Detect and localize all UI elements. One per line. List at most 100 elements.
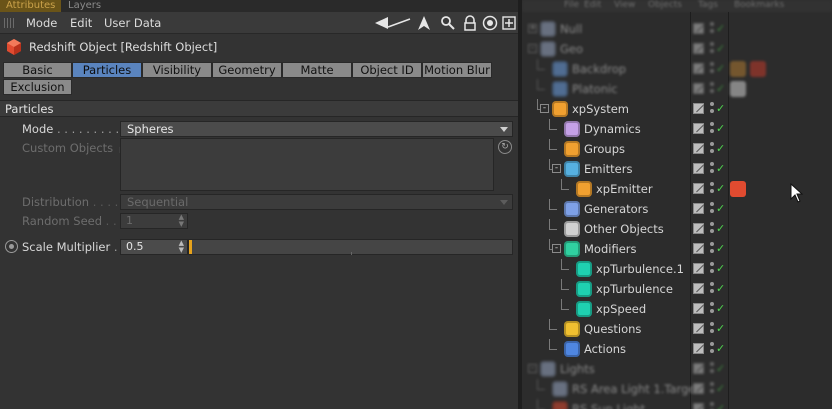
layer-icon[interactable]: [693, 143, 704, 154]
tree-row[interactable]: Backdrop ✓: [522, 59, 832, 79]
om-menu-objects[interactable]: Objects: [648, 0, 682, 10]
list-clear-icon[interactable]: ↻: [498, 140, 512, 154]
expand-icon[interactable]: +: [528, 24, 537, 33]
back-arrow-icon[interactable]: [374, 15, 412, 31]
object-name[interactable]: Modifiers: [584, 239, 637, 259]
visibility-dots-icon[interactable]: [710, 402, 714, 409]
layer-icon[interactable]: [693, 303, 704, 314]
visibility-dots-icon[interactable]: [710, 202, 714, 216]
object-name[interactable]: Null: [560, 19, 582, 39]
enabled-check-icon[interactable]: ✓: [716, 401, 725, 409]
tree-row[interactable]: - Lights ✓: [522, 359, 832, 379]
layer-icon[interactable]: [693, 223, 704, 234]
redshift-object-tag-icon[interactable]: [730, 181, 746, 197]
tab-particles[interactable]: Particles: [72, 62, 142, 78]
tree-row[interactable]: + Null ✓: [522, 19, 832, 39]
object-name[interactable]: RS Sun Light: [572, 399, 645, 409]
visibility-dots-icon[interactable]: [710, 382, 714, 396]
tab-matte[interactable]: Matte: [282, 62, 352, 78]
enabled-check-icon[interactable]: ✓: [716, 21, 725, 37]
om-menu-tags[interactable]: Tags: [698, 0, 718, 10]
tree-row[interactable]: - Emitters ✓: [522, 159, 832, 179]
tab-exclusion[interactable]: Exclusion: [3, 79, 72, 95]
collapse-icon[interactable]: -: [552, 244, 561, 253]
tree-row[interactable]: Questions ✓: [522, 319, 832, 339]
enabled-check-icon[interactable]: ✓: [716, 161, 725, 177]
object-name[interactable]: Geo: [560, 39, 583, 59]
target-icon[interactable]: [482, 15, 498, 31]
slider-handle[interactable]: [189, 240, 192, 254]
object-name[interactable]: Emitters: [584, 159, 632, 179]
texture-tag-icon[interactable]: [730, 61, 746, 77]
layer-icon[interactable]: [693, 83, 704, 94]
object-name[interactable]: Dynamics: [584, 119, 641, 139]
mode-dropdown[interactable]: Spheres: [120, 121, 513, 137]
visibility-dots-icon[interactable]: [710, 282, 714, 296]
collapse-icon[interactable]: -: [540, 104, 549, 113]
lock-icon[interactable]: [462, 15, 478, 31]
tab-object-id[interactable]: Object ID: [352, 62, 422, 78]
tree-row[interactable]: Generators ✓: [522, 199, 832, 219]
tab-attributes[interactable]: Attributes: [0, 0, 62, 12]
phong-tag-icon[interactable]: [730, 81, 746, 97]
layer-icon[interactable]: [693, 63, 704, 74]
new-panel-icon[interactable]: [501, 15, 517, 31]
object-name[interactable]: Platonic: [572, 79, 618, 99]
visibility-dots-icon[interactable]: [710, 262, 714, 276]
visibility-dots-icon[interactable]: [710, 182, 714, 196]
visibility-dots-icon[interactable]: [710, 62, 714, 76]
enabled-check-icon[interactable]: ✓: [716, 361, 725, 377]
om-menu-edit[interactable]: Edit: [584, 0, 601, 10]
enabled-check-icon[interactable]: ✓: [716, 141, 725, 157]
custom-objects-list[interactable]: [120, 138, 494, 191]
enabled-check-icon[interactable]: ✓: [716, 221, 725, 237]
visibility-dots-icon[interactable]: [710, 222, 714, 236]
tree-row[interactable]: xpTurbulence.1 ✓: [522, 259, 832, 279]
visibility-dots-icon[interactable]: [710, 102, 714, 116]
layer-icon[interactable]: [693, 103, 704, 114]
visibility-dots-icon[interactable]: [710, 162, 714, 176]
visibility-dots-icon[interactable]: [710, 302, 714, 316]
spinner-icon[interactable]: ▲ ▼: [179, 240, 184, 254]
collapse-icon[interactable]: -: [528, 364, 537, 373]
object-name[interactable]: Generators: [584, 199, 648, 219]
enabled-check-icon[interactable]: ✓: [716, 121, 725, 137]
tree-row[interactable]: Actions ✓: [522, 339, 832, 359]
object-name[interactable]: xpSystem: [572, 99, 629, 119]
layer-icon[interactable]: [693, 323, 704, 334]
visibility-dots-icon[interactable]: [710, 342, 714, 356]
visibility-dots-icon[interactable]: [710, 242, 714, 256]
tab-layers[interactable]: Layers: [62, 0, 107, 12]
spinner-icon[interactable]: ▲ ▼: [179, 214, 184, 228]
tree-row[interactable]: - Geo ✓: [522, 39, 832, 59]
layer-icon[interactable]: [693, 43, 704, 54]
tab-geometry[interactable]: Geometry: [212, 62, 282, 78]
visibility-dots-icon[interactable]: [710, 22, 714, 36]
enabled-check-icon[interactable]: ✓: [716, 41, 725, 57]
enabled-check-icon[interactable]: ✓: [716, 201, 725, 217]
tab-basic[interactable]: Basic: [3, 62, 72, 78]
layer-icon[interactable]: [693, 123, 704, 134]
om-menu-file[interactable]: File: [564, 0, 579, 10]
object-name[interactable]: Questions: [584, 319, 641, 339]
tree-row[interactable]: xpEmitter ✓: [522, 179, 832, 199]
scale-multiplier-slider[interactable]: [188, 239, 513, 255]
search-icon[interactable]: [440, 15, 456, 31]
layer-icon[interactable]: [693, 183, 704, 194]
material-tag-icon[interactable]: [750, 61, 766, 77]
enabled-check-icon[interactable]: ✓: [716, 61, 725, 77]
visibility-dots-icon[interactable]: [710, 42, 714, 56]
om-menu-bookmarks[interactable]: Bookmarks: [734, 0, 784, 10]
tab-motion-blur[interactable]: Motion Blur: [422, 62, 492, 78]
visibility-dots-icon[interactable]: [710, 122, 714, 136]
visibility-dots-icon[interactable]: [710, 322, 714, 336]
tree-row[interactable]: - xpSystem ✓: [522, 99, 832, 119]
section-header[interactable]: Particles: [0, 100, 518, 117]
random-seed-field[interactable]: 1 ▲ ▼: [120, 213, 188, 229]
grip-icon[interactable]: [4, 18, 14, 28]
tree-row[interactable]: Dynamics ✓: [522, 119, 832, 139]
object-name[interactable]: xpTurbulence.1: [596, 259, 684, 279]
distribution-dropdown[interactable]: Sequential: [120, 194, 513, 210]
layer-icon[interactable]: [693, 363, 704, 374]
cursor-arrow-icon[interactable]: [416, 15, 432, 31]
